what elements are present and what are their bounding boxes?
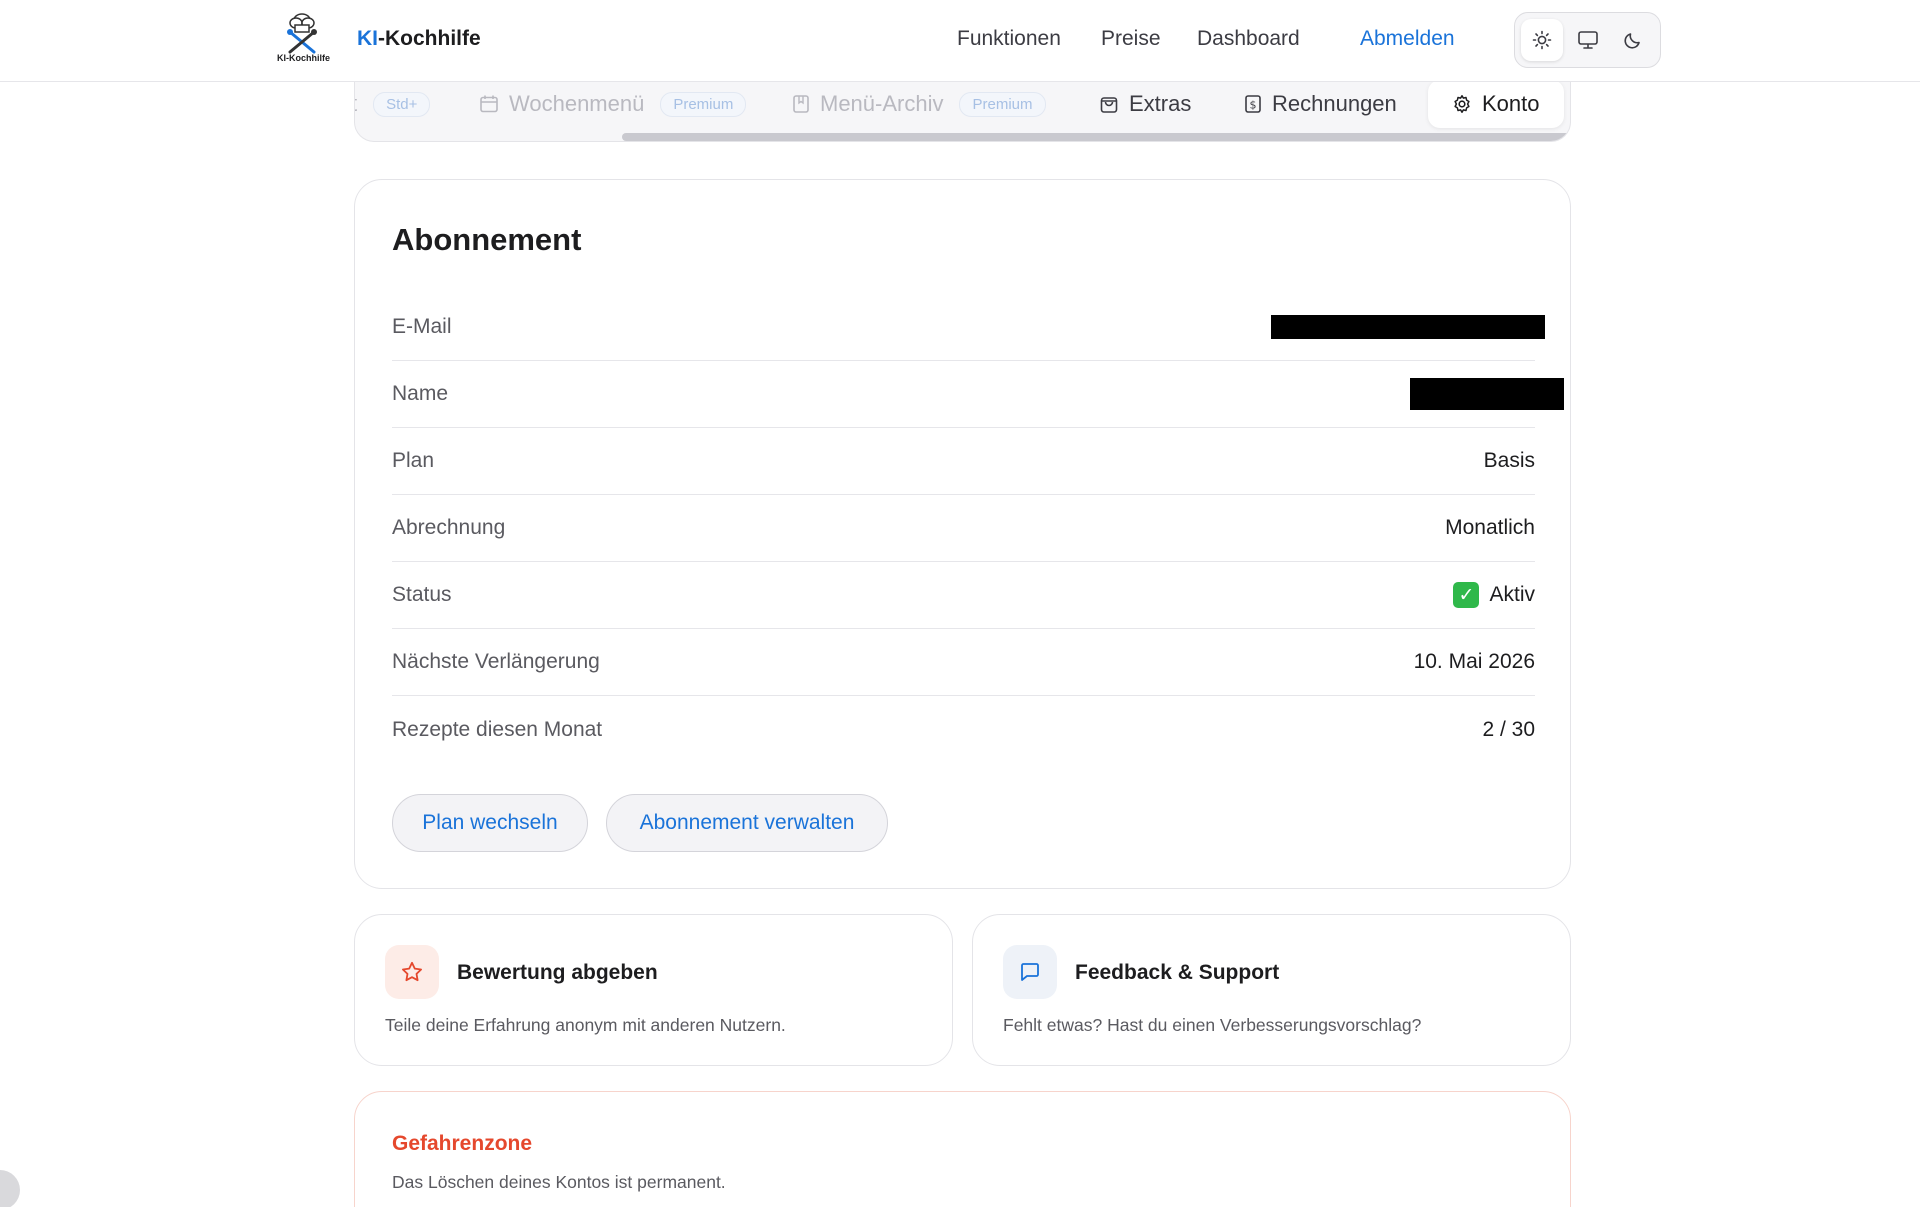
theme-switcher <box>1514 12 1661 68</box>
monitor-icon <box>1577 31 1598 49</box>
subscription-card: Abonnement E-Mail Name Plan Basis Abrech… <box>354 179 1571 889</box>
star-icon <box>385 945 439 999</box>
subscription-title: Abonnement <box>392 222 582 257</box>
redacted-email <box>1271 315 1545 339</box>
svg-text:$: $ <box>1250 99 1257 112</box>
name-label: Name <box>392 382 449 405</box>
tab-extras[interactable]: Extras <box>1099 82 1191 126</box>
manage-subscription-button[interactable]: Abonnement verwalten <box>606 794 888 852</box>
info-row-recipes: Rezepte diesen Monat 2 / 30 <box>392 696 1535 763</box>
sun-icon <box>1532 30 1552 50</box>
tab-wochenmenue[interactable]: Wochenmenü Premium <box>479 82 747 126</box>
danger-zone-card: Gefahrenzone Das Löschen deines Kontos i… <box>354 1091 1571 1207</box>
window-corner <box>0 1170 20 1207</box>
redacted-name <box>1410 378 1564 410</box>
billing-label: Abrechnung <box>392 516 506 539</box>
calendar-icon <box>480 95 498 113</box>
logo-text: KI-Kochhilfe <box>277 53 330 62</box>
rating-card[interactable]: Bewertung abgeben Teile deine Erfahrung … <box>354 914 953 1066</box>
info-row-renewal: Nächste Verlängerung 10. Mai 2026 <box>392 629 1535 696</box>
nav-abmelden[interactable]: Abmelden <box>1360 27 1455 51</box>
info-row-plan: Plan Basis <box>392 428 1535 495</box>
tab-konto[interactable]: Konto <box>1428 80 1564 128</box>
info-row-email: E-Mail <box>392 294 1545 361</box>
moon-icon <box>1624 33 1640 49</box>
info-row-name: Name <box>392 361 1564 428</box>
nav-funktionen[interactable]: Funktionen <box>957 27 1061 51</box>
nav-preise[interactable]: Preise <box>1101 27 1161 51</box>
plan-value: Basis <box>1483 449 1535 472</box>
std-plus-badge: Std+ <box>373 91 431 117</box>
plan-label: Plan <box>392 449 435 472</box>
bag-icon <box>1100 97 1118 113</box>
bookmark-icon <box>793 95 809 113</box>
top-header: KI-Kochhilfe KI-Kochhilfe Funktionen Pre… <box>0 0 1920 82</box>
change-plan-button[interactable]: Plan wechseln <box>392 794 588 852</box>
email-label: E-Mail <box>392 315 452 338</box>
renewal-label: Nächste Verlängerung <box>392 650 600 673</box>
name-value <box>1400 378 1564 410</box>
brand-suffix: -Kochhilfe <box>378 27 481 50</box>
tab-rechnungen[interactable]: $ Rechnungen <box>1244 82 1397 126</box>
gear-icon <box>1454 95 1470 113</box>
premium-badge: Premium <box>660 91 747 117</box>
theme-light-button[interactable] <box>1521 19 1563 61</box>
rating-title: Bewertung abgeben <box>457 961 658 984</box>
danger-zone-desc: Das Löschen deines Kontos ist permanent. <box>392 1172 726 1192</box>
status-value: ✓ Aktiv <box>1453 582 1535 608</box>
info-row-status: Status ✓ Aktiv <box>392 562 1535 629</box>
danger-zone-title: Gefahrenzone <box>392 1132 533 1155</box>
rating-desc: Teile deine Erfahrung anonym mit anderen… <box>385 1015 786 1035</box>
status-label: Status <box>392 583 452 606</box>
billing-value: Monatlich <box>1445 516 1535 539</box>
renewal-value: 10. Mai 2026 <box>1413 650 1535 673</box>
tab-menue-archiv[interactable]: Menü-Archiv Premium <box>792 82 1046 126</box>
feedback-title: Feedback & Support <box>1075 961 1280 984</box>
tab-label: Wochenmenü <box>509 91 645 116</box>
info-row-billing: Abrechnung Monatlich <box>392 495 1535 562</box>
chat-icon <box>1003 945 1057 999</box>
theme-dark-button[interactable] <box>1612 19 1654 61</box>
check-icon: ✓ <box>1453 582 1480 608</box>
status-text: Aktiv <box>1489 583 1535 606</box>
tab-label: Extras <box>1129 91 1192 116</box>
feedback-desc: Fehlt etwas? Hast du einen Verbesserungs… <box>1003 1015 1422 1035</box>
nav-dashboard[interactable]: Dashboard <box>1197 27 1300 51</box>
tab-label: Menü-Archiv <box>820 91 944 116</box>
brand-prefix: KI <box>357 27 378 50</box>
recipes-label: Rezepte diesen Monat <box>392 717 603 741</box>
tab-label: t <box>355 91 357 117</box>
tab-label: Rechnungen <box>1272 91 1397 116</box>
chef-logo[interactable]: KI-Kochhilfe <box>276 12 334 63</box>
theme-system-button[interactable] <box>1567 19 1609 61</box>
brand-name[interactable]: KI-Kochhilfe <box>357 27 481 51</box>
tab-label: Konto <box>1482 91 1540 116</box>
receipt-icon: $ <box>1245 95 1261 113</box>
premium-badge: Premium <box>959 91 1046 117</box>
email-value <box>1261 315 1545 339</box>
recipes-value: 2 / 30 <box>1482 717 1535 741</box>
tab-std-plus[interactable]: t Std+ <box>355 82 431 126</box>
tabs-scrollbar[interactable] <box>622 133 1570 141</box>
feedback-card[interactable]: Feedback & Support Fehlt etwas? Hast du … <box>972 914 1571 1066</box>
